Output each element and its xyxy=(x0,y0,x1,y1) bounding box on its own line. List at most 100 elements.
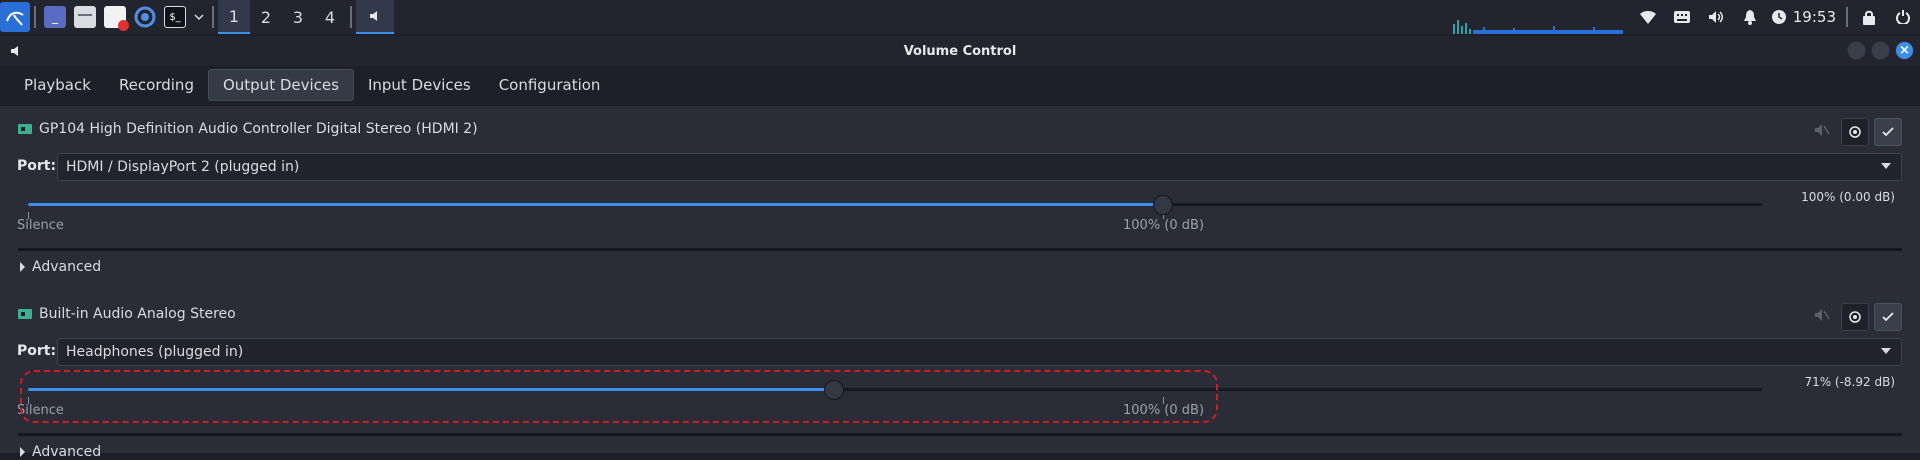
port-dropdown[interactable]: HDMI / DisplayPort 2 (plugged in) xyxy=(57,153,1902,181)
text-editor-icon xyxy=(104,6,129,31)
tab-configuration[interactable]: Configuration xyxy=(485,69,615,101)
panel-separator xyxy=(1846,7,1848,27)
advanced-label: Advanced xyxy=(32,444,102,460)
panel-separator xyxy=(350,6,352,28)
window-title: Volume Control xyxy=(903,43,1017,59)
keyboard-button[interactable] xyxy=(1665,0,1699,34)
file-manager-launcher[interactable] xyxy=(70,0,100,34)
terminal-icon: $_ xyxy=(164,6,186,28)
system-tray: 19:53 xyxy=(1631,0,1920,34)
launcher-group: _ $_ xyxy=(0,0,218,34)
lock-screen-button[interactable] xyxy=(1852,0,1886,34)
clock-time[interactable]: 19:53 xyxy=(1791,8,1842,26)
close-button[interactable]: × xyxy=(1895,41,1914,60)
workspace-switcher: 1 2 3 4 xyxy=(218,0,346,34)
volume-icon xyxy=(370,11,377,21)
taskbar-volume-control-button[interactable] xyxy=(356,0,394,34)
mute-icon xyxy=(1815,309,1830,321)
panel-separator xyxy=(34,6,36,28)
slider-fill xyxy=(28,203,1163,206)
device-header: GP104 High Definition Audio Controller D… xyxy=(18,121,478,137)
terminal-window-icon: _ xyxy=(44,6,66,28)
file-manager-icon xyxy=(74,6,96,28)
tab-bar: Playback Recording Output Devices Input … xyxy=(10,68,614,102)
port-label: Port: xyxy=(17,343,57,359)
terminal-launcher[interactable]: $_ xyxy=(160,0,190,34)
check-icon xyxy=(1882,127,1894,137)
text-editor-launcher[interactable] xyxy=(100,0,130,34)
wifi-button[interactable] xyxy=(1631,0,1665,34)
workspace-3[interactable]: 3 xyxy=(282,0,314,34)
sound-card-icon xyxy=(18,309,32,319)
lock-icon xyxy=(1863,10,1875,25)
mute-button[interactable] xyxy=(1810,118,1834,142)
default-device-button[interactable] xyxy=(1874,303,1902,331)
sound-card-icon xyxy=(18,124,32,134)
advanced-expander[interactable]: Advanced xyxy=(20,259,101,275)
close-icon: × xyxy=(1899,43,1910,58)
mute-icon xyxy=(1815,124,1830,136)
bell-icon xyxy=(1743,9,1756,25)
silence-label: Silence xyxy=(17,218,64,233)
wifi-icon xyxy=(1639,10,1656,24)
workspace-1[interactable]: 1 xyxy=(218,0,250,34)
power-icon xyxy=(1896,10,1910,24)
device-name: GP104 High Definition Audio Controller D… xyxy=(39,121,478,137)
volume-readout: 71% (-8.92 dB) xyxy=(1804,375,1895,389)
device-header: Built-in Audio Analog Stereo xyxy=(18,306,236,322)
network-activity-graph xyxy=(1453,20,1623,34)
chevron-down-icon xyxy=(1881,348,1891,354)
port-value: HDMI / DisplayPort 2 (plugged in) xyxy=(66,159,300,175)
panel-separator xyxy=(212,6,214,28)
window-controls: × xyxy=(1847,41,1914,60)
separator xyxy=(18,248,1902,251)
advanced-label: Advanced xyxy=(32,259,102,275)
maximize-button[interactable] xyxy=(1871,41,1890,60)
tab-input-devices[interactable]: Input Devices xyxy=(354,69,485,101)
volume-readout: 100% (0.00 dB) xyxy=(1801,190,1895,204)
record-icon xyxy=(1849,126,1861,138)
tab-output-devices[interactable]: Output Devices xyxy=(207,69,354,101)
device-name: Built-in Audio Analog Stereo xyxy=(39,306,236,322)
check-icon xyxy=(1882,312,1894,322)
window-titlebar[interactable]: Volume Control × xyxy=(0,36,1920,66)
advanced-expander[interactable]: Advanced xyxy=(20,444,101,460)
speaker-icon xyxy=(1708,11,1723,23)
top-panel: _ $_ 1 2 3 4 19:53 xyxy=(0,0,1920,34)
set-fallback-button[interactable] xyxy=(1841,118,1869,146)
record-icon xyxy=(1849,311,1861,323)
port-label: Port: xyxy=(17,158,57,174)
chevron-down-icon xyxy=(194,14,204,20)
keyboard-icon xyxy=(1673,11,1690,23)
notifications-button[interactable] xyxy=(1733,0,1767,34)
chevron-down-icon xyxy=(1881,163,1891,169)
power-button[interactable] xyxy=(1886,0,1920,34)
set-fallback-button[interactable] xyxy=(1841,303,1869,331)
port-value: Headphones (plugged in) xyxy=(66,344,244,360)
volume-slider[interactable] xyxy=(28,193,1762,219)
launcher-dropdown-button[interactable] xyxy=(190,0,208,34)
speaker-button[interactable] xyxy=(1699,0,1733,34)
workspace-4[interactable]: 4 xyxy=(314,0,346,34)
mute-button[interactable] xyxy=(1810,303,1834,327)
kali-menu-button[interactable] xyxy=(0,0,30,34)
volume-icon xyxy=(11,46,18,56)
clock-button[interactable] xyxy=(1767,0,1791,34)
minimize-button[interactable] xyxy=(1847,41,1866,60)
expand-arrow-icon xyxy=(20,447,25,457)
tab-playback[interactable]: Playback xyxy=(10,69,105,101)
annotation-highlight xyxy=(20,370,1218,423)
slider-knob[interactable] xyxy=(1153,195,1173,215)
browser-launcher[interactable] xyxy=(130,0,160,34)
expand-arrow-icon xyxy=(20,262,25,272)
workspace-2[interactable]: 2 xyxy=(250,0,282,34)
separator xyxy=(18,433,1902,436)
kali-menu-icon xyxy=(0,2,30,32)
tab-recording[interactable]: Recording xyxy=(105,69,208,101)
hundred-percent-label: 100% (0 dB) xyxy=(1123,218,1205,233)
terminal-window-launcher[interactable]: _ xyxy=(40,0,70,34)
clock-icon xyxy=(1771,10,1786,24)
port-dropdown[interactable]: Headphones (plugged in) xyxy=(57,338,1902,366)
default-device-button[interactable] xyxy=(1874,118,1902,146)
browser-icon xyxy=(134,6,156,28)
